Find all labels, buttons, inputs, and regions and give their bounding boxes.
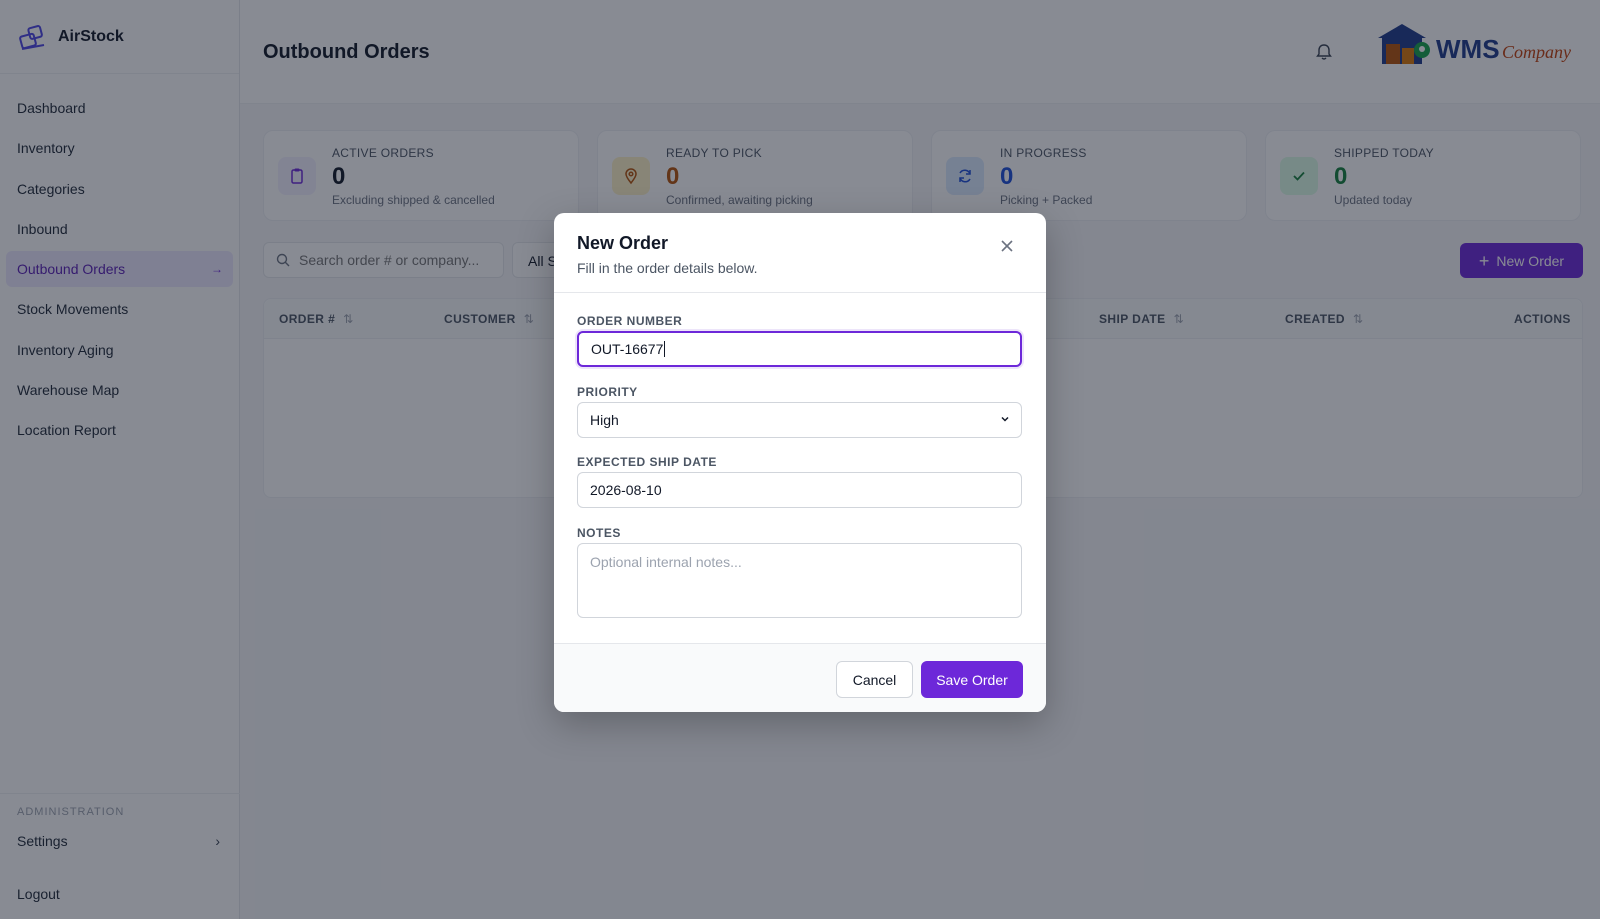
dialog-footer: Cancel Save Order <box>554 643 1046 712</box>
notes-label: NOTES <box>577 526 621 540</box>
ship-date-field[interactable]: 2026-08-10 <box>577 472 1022 508</box>
cancel-button[interactable]: Cancel <box>836 661 913 698</box>
priority-select[interactable]: High <box>577 402 1022 438</box>
order-number-label: ORDER NUMBER <box>577 314 683 328</box>
priority-label: PRIORITY <box>577 385 638 399</box>
new-order-dialog: New Order Fill in the order details belo… <box>554 213 1046 712</box>
notes-textarea[interactable]: Optional internal notes... <box>577 543 1022 618</box>
dialog-subtitle: Fill in the order details below. <box>577 260 758 276</box>
dialog-title: New Order <box>577 233 669 253</box>
dialog-header: New Order Fill in the order details belo… <box>554 213 1046 293</box>
order-number-value: OUT-16677 <box>591 341 664 357</box>
save-order-button[interactable]: Save Order <box>921 661 1023 698</box>
close-icon[interactable] <box>997 236 1017 256</box>
ship-date-label: EXPECTED SHIP DATE <box>577 455 717 469</box>
ship-date-value: 2026-08-10 <box>590 482 662 498</box>
chevron-down-icon <box>1001 416 1009 422</box>
priority-value: High <box>590 412 619 428</box>
dialog-body: ORDER NUMBER OUT-16677 PRIORITY High EXP… <box>554 293 1046 643</box>
text-caret <box>664 341 666 357</box>
order-number-field[interactable]: OUT-16677 <box>577 331 1022 367</box>
